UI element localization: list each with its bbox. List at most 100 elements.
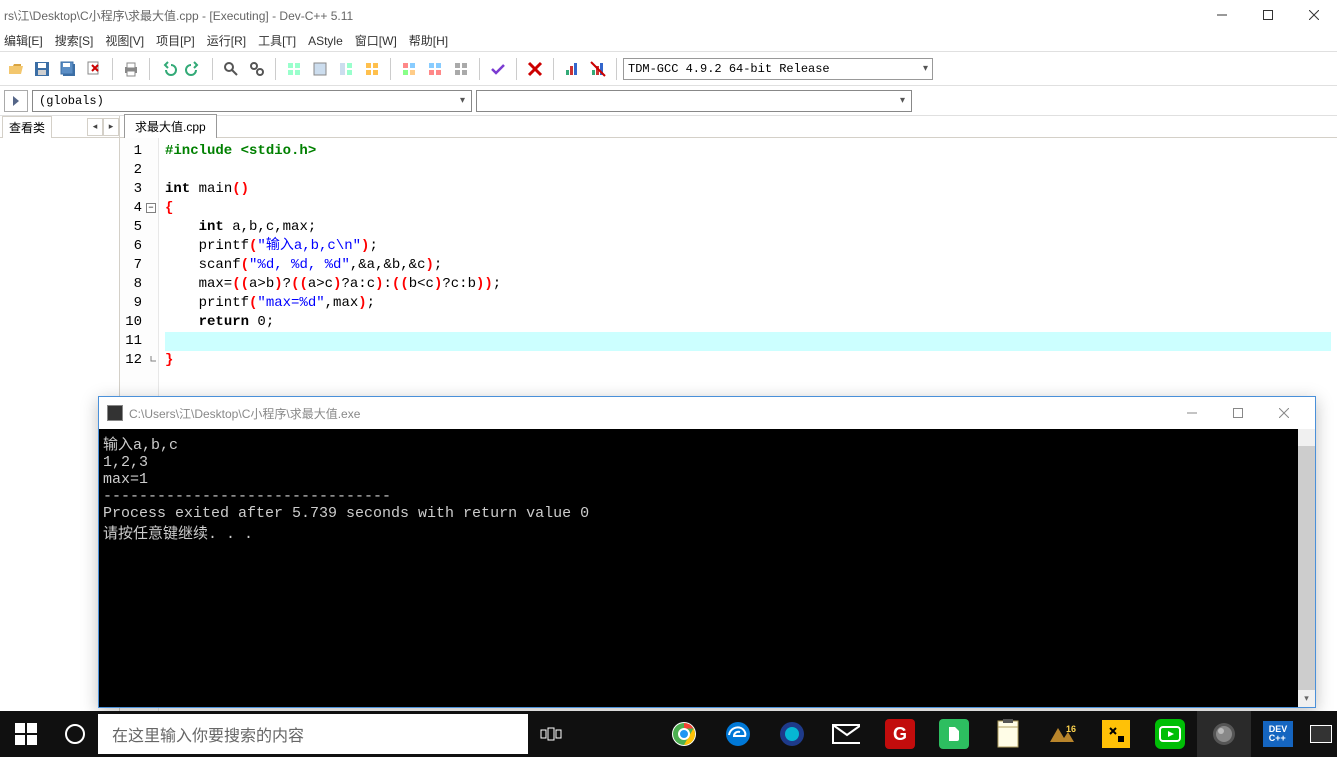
window-controls [1199, 0, 1337, 30]
iqiyi-icon[interactable] [1143, 711, 1197, 757]
scope-select-label: (globals) [39, 94, 104, 108]
replace-button[interactable] [245, 57, 269, 81]
compiler-select-label: TDM-GCC 4.9.2 64-bit Release [628, 62, 830, 76]
grid2-button[interactable] [423, 57, 447, 81]
svg-text:16: 16 [1066, 724, 1076, 734]
evernote-icon[interactable] [927, 711, 981, 757]
chrome-icon[interactable] [657, 711, 711, 757]
member-select[interactable]: ▾ [476, 90, 912, 112]
taskbar-apps: G 16 DEVC++ [657, 711, 1337, 757]
console-text: 输入a,b,c 1,2,3 max=1 --------------------… [103, 437, 589, 543]
menubar: 编辑[E] 搜索[S] 视图[V] 项目[P] 运行[R] 工具[T] ASty… [0, 30, 1337, 52]
console-titlebar: C:\Users\江\Desktop\C小程序\求最大值.exe [99, 397, 1315, 429]
edge-icon[interactable] [711, 711, 765, 757]
open-button[interactable] [4, 57, 28, 81]
class-nav-next[interactable]: ▸ [103, 118, 119, 136]
app9-icon[interactable] [1089, 711, 1143, 757]
close-file-button[interactable] [82, 57, 106, 81]
grid-button[interactable] [397, 57, 421, 81]
app8-icon[interactable]: 16 [1035, 711, 1089, 757]
console-window-controls [1169, 398, 1307, 428]
chevron-down-icon: ▾ [460, 95, 465, 106]
print-button[interactable] [119, 57, 143, 81]
debug-check-button[interactable] [486, 57, 510, 81]
class-nav-prev[interactable]: ◂ [87, 118, 103, 136]
separator [553, 58, 554, 80]
menu-search[interactable]: 搜索[S] [55, 32, 94, 49]
grid3-button[interactable] [449, 57, 473, 81]
separator [149, 58, 150, 80]
menu-run[interactable]: 运行[R] [207, 32, 246, 49]
menu-window[interactable]: 窗口[W] [355, 32, 397, 49]
profile-button[interactable] [560, 57, 584, 81]
console-icon [107, 405, 123, 421]
task-view-button[interactable] [528, 711, 574, 757]
redo-button[interactable] [182, 57, 206, 81]
toolbar: TDM-GCC 4.9.2 64-bit Release ▾ [0, 52, 1337, 86]
undo-button[interactable] [156, 57, 180, 81]
window-title: rs\江\Desktop\C小程序\求最大值.cpp - [Executing]… [4, 7, 353, 24]
console-taskbar-icon[interactable] [1305, 711, 1337, 757]
class-nav: ◂ ▸ [87, 118, 119, 136]
task-view-icon [540, 725, 562, 743]
separator [112, 58, 113, 80]
compile-run-button[interactable] [334, 57, 358, 81]
menu-view[interactable]: 视图[V] [105, 32, 144, 49]
menu-help[interactable]: 帮助[H] [409, 32, 448, 49]
maximize-button[interactable] [1245, 0, 1291, 30]
compiler-select[interactable]: TDM-GCC 4.9.2 64-bit Release ▾ [623, 58, 933, 80]
cortana-icon [65, 724, 85, 744]
menu-project[interactable]: 项目[P] [156, 32, 195, 49]
cortana-button[interactable] [52, 711, 98, 757]
chevron-down-icon: ▾ [917, 63, 928, 75]
class-tab[interactable]: 查看类 [2, 116, 52, 138]
saveall-button[interactable] [56, 57, 80, 81]
taskbar: 在这里输入你要搜索的内容 G 16 DEVC++ [0, 711, 1337, 757]
rebuild-button[interactable] [360, 57, 384, 81]
minimize-button[interactable] [1199, 0, 1245, 30]
file-tab-active[interactable]: 求最大值.cpp [124, 114, 217, 138]
app11-icon[interactable] [1197, 711, 1251, 757]
devcpp-taskbar-icon[interactable]: DEVC++ [1251, 711, 1305, 757]
class-browser-tabs: 查看类 ◂ ▸ [0, 116, 119, 138]
titlebar: rs\江\Desktop\C小程序\求最大值.cpp - [Executing]… [0, 0, 1337, 30]
separator [212, 58, 213, 80]
netease-icon[interactable]: G [873, 711, 927, 757]
console-minimize-button[interactable] [1169, 398, 1215, 428]
menu-astyle[interactable]: AStyle [308, 34, 343, 48]
stop-button[interactable] [523, 57, 547, 81]
scope-bar: (globals) ▾ ▾ [0, 86, 1337, 116]
find-button[interactable] [219, 57, 243, 81]
menu-edit[interactable]: 编辑[E] [4, 32, 43, 49]
scroll-thumb[interactable] [1298, 446, 1315, 690]
profile2-button[interactable] [586, 57, 610, 81]
compile-button[interactable] [282, 57, 306, 81]
scroll-down-icon[interactable]: ▾ [1298, 690, 1315, 707]
search-input[interactable]: 在这里输入你要搜索的内容 [98, 714, 528, 754]
console-close-button[interactable] [1261, 398, 1307, 428]
console-output[interactable]: 输入a,b,c 1,2,3 max=1 --------------------… [99, 429, 1315, 707]
save-button[interactable] [30, 57, 54, 81]
mail-icon[interactable] [819, 711, 873, 757]
separator [616, 58, 617, 80]
start-button[interactable] [0, 711, 52, 757]
scope-select[interactable]: (globals) ▾ [32, 90, 472, 112]
separator [479, 58, 480, 80]
console-window: C:\Users\江\Desktop\C小程序\求最大值.exe 输入a,b,c… [98, 396, 1316, 708]
file-tabs: 求最大值.cpp [120, 116, 1337, 138]
windows-logo-icon [15, 723, 37, 745]
app3-icon[interactable] [765, 711, 819, 757]
separator [516, 58, 517, 80]
console-scrollbar[interactable]: ▴ ▾ [1298, 429, 1315, 707]
console-maximize-button[interactable] [1215, 398, 1261, 428]
menu-tools[interactable]: 工具[T] [258, 32, 296, 49]
separator [275, 58, 276, 80]
notepad-icon[interactable] [981, 711, 1035, 757]
run-button[interactable] [308, 57, 332, 81]
separator [390, 58, 391, 80]
chevron-down-icon: ▾ [900, 95, 905, 106]
search-placeholder: 在这里输入你要搜索的内容 [112, 722, 304, 746]
console-title: C:\Users\江\Desktop\C小程序\求最大值.exe [129, 405, 360, 422]
goto-button[interactable] [4, 90, 28, 112]
close-button[interactable] [1291, 0, 1337, 30]
